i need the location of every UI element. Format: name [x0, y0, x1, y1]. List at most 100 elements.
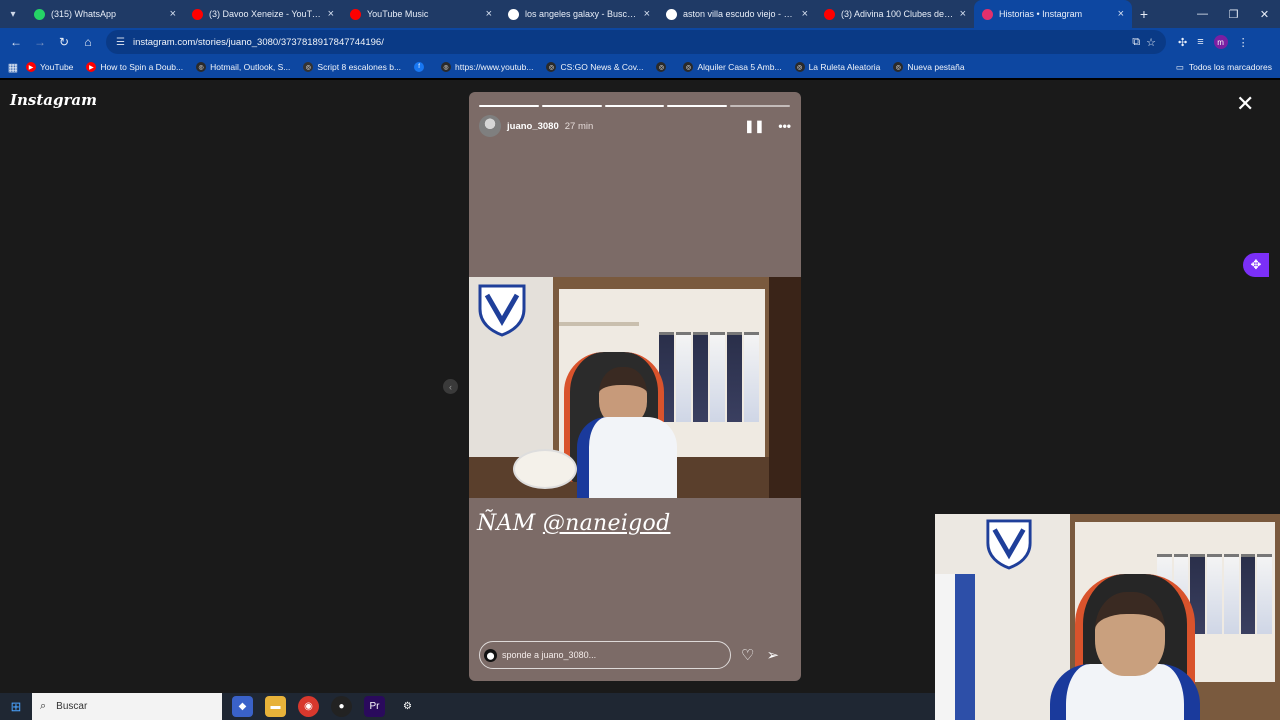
site-info-icon[interactable]: ☰	[116, 37, 125, 48]
file-explorer-icon[interactable]: ▬	[265, 696, 286, 717]
youtube-icon: ▶	[86, 62, 97, 72]
extensions-icon[interactable]: ✣	[1178, 36, 1187, 49]
story-username[interactable]: juano_3080	[507, 121, 559, 132]
youtube-music-icon	[350, 8, 361, 20]
tab-close-icon[interactable]: ×	[328, 8, 334, 20]
browser-tab[interactable]: Historias • Instagram ×	[974, 0, 1132, 28]
progress-segment	[604, 105, 665, 107]
install-app-icon[interactable]: ⧉	[1132, 36, 1140, 49]
mention-link[interactable]: @naneigod	[543, 511, 671, 536]
bookmark-item[interactable]: ▶ How to Spin a Doub...	[86, 62, 183, 72]
instagram-logo[interactable]: Instagram	[10, 91, 97, 109]
browser-tab[interactable]: (315) WhatsApp ×	[26, 0, 184, 28]
tab-label: los angeles galaxy - Buscar con	[525, 9, 640, 19]
tab-label: (3) Adivina 100 Clubes de Fútb	[841, 9, 956, 19]
search-icon: ⌕	[40, 700, 47, 712]
avatar[interactable]	[479, 115, 501, 137]
reply-bar: ⬤ sponde a juano_3080... ♡ ➢	[479, 641, 791, 669]
youtube-icon	[192, 8, 203, 20]
tab-close-icon[interactable]: ×	[486, 8, 492, 20]
progress-segment	[667, 105, 728, 107]
settings-gear-icon[interactable]: ⚙	[397, 696, 418, 717]
forward-button[interactable]: →	[28, 30, 52, 54]
reply-input[interactable]: ⬤ sponde a juano_3080...	[479, 641, 731, 669]
taskbar-search-input[interactable]: ⌕ Buscar	[32, 693, 222, 720]
tab-label: Historias • Instagram	[999, 9, 1083, 19]
media-controls-icon[interactable]: ≡	[1197, 36, 1203, 48]
reload-button[interactable]: ↻	[52, 30, 76, 54]
story-card[interactable]: juano_3080 27 min ❚❚ ••• ÑAM @naneigod ⬤…	[469, 92, 801, 681]
windows-start-icon[interactable]: ⊞	[0, 693, 32, 720]
close-window-icon[interactable]: ✕	[1249, 0, 1280, 28]
chrome-icon[interactable]: ◉	[298, 696, 319, 717]
home-icon: ⌂	[84, 35, 92, 49]
address-bar[interactable]: ☰ instagram.com/stories/juano_3080/37378…	[106, 30, 1166, 54]
browser-tab[interactable]: YouTube Music ×	[342, 0, 500, 28]
tab-close-icon[interactable]: ×	[1118, 8, 1124, 20]
home-button[interactable]: ⌂	[76, 30, 100, 54]
restore-icon[interactable]: ❐	[1218, 0, 1249, 28]
taskbar-search-placeholder: Buscar	[56, 701, 88, 712]
bookmark-item[interactable]: ◎ Nueva pestaña	[893, 62, 965, 72]
back-button[interactable]: ←	[4, 30, 28, 54]
bookmark-item[interactable]: ◎ Alquiler Casa 5 Amb...	[683, 62, 782, 72]
club-shield-icon	[986, 519, 1032, 570]
all-bookmarks-label: Todos los marcadores	[1188, 62, 1272, 72]
minimize-icon[interactable]: —	[1187, 0, 1218, 28]
browser-tab[interactable]: aston villa escudo viejo - Busca ×	[658, 0, 816, 28]
browser-tab[interactable]: los angeles galaxy - Buscar con ×	[500, 0, 658, 28]
bookmark-item[interactable]: ▶ YouTube	[26, 62, 73, 72]
story-timestamp: 27 min	[564, 120, 594, 132]
bookmark-item[interactable]: f	[414, 62, 428, 72]
tab-label: aston villa escudo viejo - Busca	[683, 9, 798, 19]
copilot-icon[interactable]: ◆	[232, 696, 253, 717]
tab-search-button[interactable]: ▾	[0, 0, 26, 28]
pause-icon[interactable]: ❚❚	[744, 119, 764, 133]
tab-label: (3) Davoo Xeneize - YouTube	[209, 9, 324, 19]
progress-segment	[541, 105, 602, 107]
new-tab-button[interactable]: +	[1132, 6, 1156, 22]
arrow-left-icon: ←	[10, 35, 22, 49]
reply-placeholder: sponde a juano_3080...	[502, 650, 597, 660]
bookmark-label: Alquiler Casa 5 Amb...	[697, 62, 782, 72]
bookmark-item[interactable]: ◎	[656, 62, 670, 72]
premiere-icon[interactable]: Pr	[364, 696, 385, 717]
story-header: juano_3080 27 min ❚❚ •••	[479, 114, 791, 138]
all-bookmarks-button[interactable]: ▭ Todos los marcadores	[1176, 62, 1272, 73]
puzzle-icon: ✥	[1250, 257, 1262, 272]
bookmark-item[interactable]: ◎ Script 8 escalones b...	[303, 62, 401, 72]
bookmark-label: https://www.youtub...	[455, 62, 534, 72]
browser-tab[interactable]: (3) Adivina 100 Clubes de Fútb ×	[816, 0, 974, 28]
previous-story-button[interactable]: ‹	[443, 379, 458, 394]
bookmark-label: YouTube	[40, 62, 74, 72]
bookmark-item[interactable]: ◎ Hotmail, Outlook, S...	[196, 62, 290, 72]
globe-icon: ◎	[794, 62, 805, 72]
tab-close-icon[interactable]: ×	[644, 8, 650, 20]
tab-label: YouTube Music	[367, 9, 429, 19]
browser-toolbar: ← → ↻ ⌂ ☰ instagram.com/stories/juano_30…	[0, 28, 1280, 56]
bookmark-item[interactable]: ◎ https://www.youtub...	[441, 62, 533, 72]
tab-close-icon[interactable]: ×	[170, 8, 176, 20]
like-heart-icon[interactable]: ♡	[741, 646, 754, 664]
bookmark-label: Nueva pestaña	[907, 62, 965, 72]
menu-kebab-icon[interactable]: ⋮	[1238, 36, 1249, 49]
tab-close-icon[interactable]: ×	[802, 8, 808, 20]
apps-grid-icon[interactable]: ▦	[0, 61, 26, 74]
more-options-icon[interactable]: •••	[778, 119, 791, 133]
webcam-overlay	[935, 514, 1280, 720]
tab-close-icon[interactable]: ×	[960, 8, 966, 20]
send-icon[interactable]: ➢	[766, 646, 779, 664]
youtube-icon: ▶	[26, 62, 36, 72]
profile-avatar[interactable]: m	[1213, 35, 1228, 49]
extension-side-button[interactable]: ✥	[1243, 253, 1269, 277]
obs-icon[interactable]: ●	[331, 696, 352, 717]
youtube-icon	[824, 8, 835, 20]
tab-label: (315) WhatsApp	[51, 9, 117, 19]
close-icon[interactable]: ✕	[1236, 93, 1254, 115]
bookmark-star-icon[interactable]: ☆	[1146, 36, 1156, 49]
bookmark-item[interactable]: ◎ CS:GO News & Cov...	[546, 62, 643, 72]
browser-tab[interactable]: (3) Davoo Xeneize - YouTube ×	[184, 0, 342, 28]
bookmark-item[interactable]: ◎ La Ruleta Aleatoria	[794, 62, 880, 72]
chevron-down-icon: ▾	[10, 8, 16, 20]
globe-icon: ◎	[441, 62, 452, 72]
